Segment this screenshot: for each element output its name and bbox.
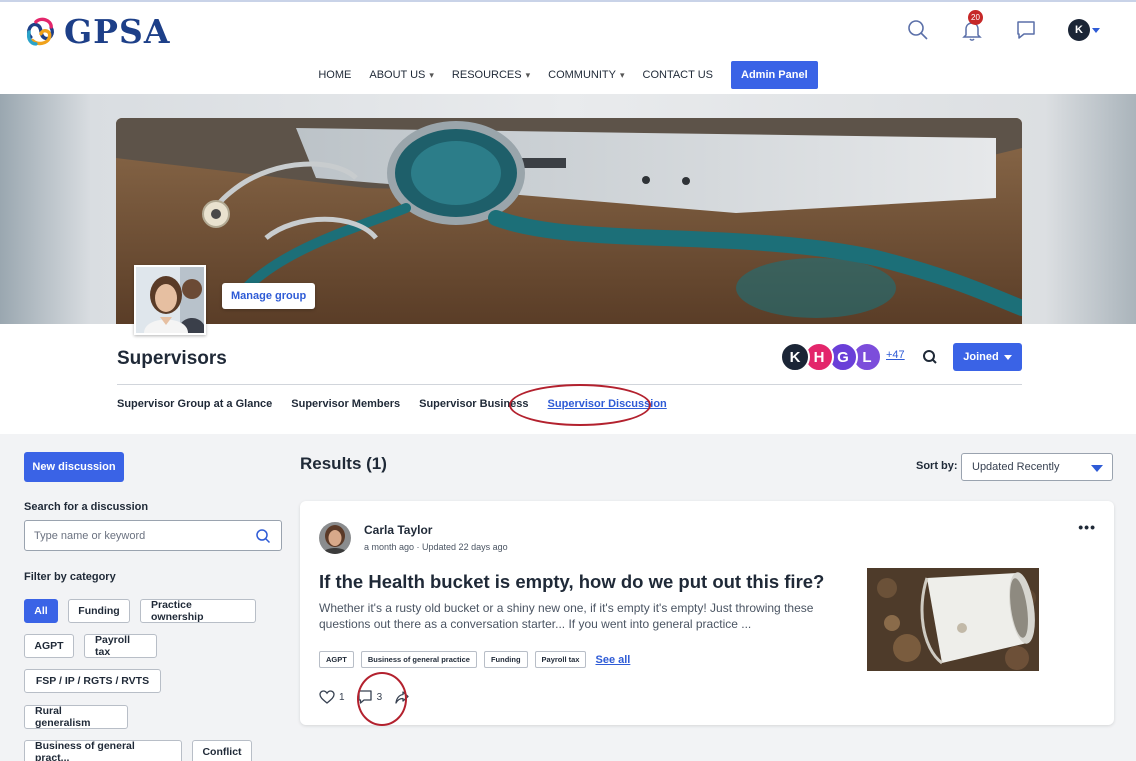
- user-menu[interactable]: K: [1068, 19, 1100, 41]
- search-icon[interactable]: [906, 18, 930, 42]
- gpsa-logo-icon: [26, 17, 54, 46]
- nav-label: COMMUNITY: [548, 69, 616, 81]
- group-title: Supervisors: [117, 348, 227, 369]
- joined-label: Joined: [963, 351, 999, 363]
- main-nav: HOME ABOUT US ▾ RESOURCES ▾ COMMUNITY ▾ CON…: [0, 58, 1136, 92]
- post-thumbnail[interactable]: [867, 568, 1039, 671]
- highlight-ellipse-annotation: [357, 672, 407, 726]
- tag-funding[interactable]: Funding: [483, 651, 528, 668]
- category-chip-agpt[interactable]: AGPT: [24, 634, 74, 658]
- more-options-icon[interactable]: •••: [1078, 519, 1096, 535]
- filter-label: Filter by category: [24, 571, 116, 583]
- dropdown-caret-icon: ▾: [619, 69, 625, 80]
- post-tags: AGPT Business of general practice Fundin…: [319, 651, 630, 668]
- author-avatar[interactable]: [319, 522, 351, 554]
- notification-count-badge: 20: [968, 10, 983, 25]
- category-chip-practice-ownership[interactable]: Practice ownership: [140, 599, 256, 623]
- chat-icon[interactable]: [1014, 18, 1038, 42]
- group-avatar: [134, 265, 206, 335]
- post-title[interactable]: If the Health bucket is empty, how do we…: [319, 571, 839, 593]
- notifications-button[interactable]: 20: [960, 10, 984, 42]
- sort-label: Sort by:: [916, 460, 958, 472]
- post-excerpt: Whether it's a rusty old bucket or a shi…: [319, 601, 814, 631]
- highlight-ellipse-annotation: [509, 384, 651, 426]
- tag-payroll-tax[interactable]: Payroll tax: [534, 651, 587, 668]
- discussion-search-input[interactable]: [25, 521, 245, 550]
- user-avatar: K: [1068, 19, 1090, 41]
- discussion-card[interactable]: Carla Taylor a month ago · Updated 22 da…: [300, 501, 1114, 725]
- chevron-down-icon: [1092, 27, 1100, 33]
- tab-members[interactable]: Supervisor Members: [291, 398, 400, 410]
- tab-group-at-a-glance[interactable]: Supervisor Group at a Glance: [117, 398, 272, 410]
- category-chip-payroll-tax[interactable]: Payroll tax: [84, 634, 157, 658]
- nav-about-us[interactable]: ABOUT US ▾: [369, 69, 434, 81]
- tag-business-of-general-practice[interactable]: Business of general practice: [360, 651, 477, 668]
- joined-button[interactable]: Joined: [953, 343, 1022, 371]
- member-avatar: K: [780, 342, 810, 372]
- group-search-icon[interactable]: [918, 345, 942, 369]
- tag-agpt[interactable]: AGPT: [319, 651, 354, 668]
- more-members-link[interactable]: +47: [886, 349, 905, 361]
- sort-value: Updated Recently: [972, 461, 1060, 473]
- search-label: Search for a discussion: [24, 501, 149, 513]
- chevron-down-icon: [1003, 354, 1012, 360]
- see-all-tags-link[interactable]: See all: [595, 654, 630, 666]
- category-chip-rural-generalism[interactable]: Rural generalism: [24, 705, 128, 729]
- category-chip-conflict[interactable]: Conflict: [192, 740, 252, 761]
- sort-select[interactable]: Updated Recently: [961, 453, 1113, 481]
- nav-label: HOME: [318, 69, 352, 81]
- category-chip-funding[interactable]: Funding: [68, 599, 130, 623]
- admin-panel-button[interactable]: Admin Panel: [731, 61, 818, 89]
- nav-label: CONTACT US: [642, 69, 714, 81]
- search-icon[interactable]: [255, 528, 271, 544]
- category-chip-business-of-general-practice[interactable]: Business of general pract...: [24, 740, 182, 761]
- results-heading: Results (1): [300, 454, 387, 473]
- like-count: 1: [339, 691, 345, 703]
- nav-contact-us[interactable]: CONTACT US: [643, 69, 714, 81]
- author-name[interactable]: Carla Taylor: [364, 523, 432, 537]
- discussion-search: [24, 520, 282, 551]
- dropdown-caret-icon: ▾: [525, 69, 531, 80]
- category-chip-fsp-ip-rgts-rvts[interactable]: FSP / IP / RGTS / RVTS: [24, 669, 161, 693]
- nav-resources[interactable]: RESOURCES ▾: [452, 69, 530, 81]
- nav-home[interactable]: HOME: [318, 69, 351, 81]
- like-button[interactable]: 1: [319, 689, 345, 705]
- nav-community[interactable]: COMMUNITY ▾: [548, 69, 624, 81]
- member-avatars[interactable]: K H G L: [780, 342, 882, 372]
- new-discussion-button[interactable]: New discussion: [24, 452, 124, 482]
- category-chip-all[interactable]: All: [24, 599, 58, 623]
- manage-group-button[interactable]: Manage group: [222, 283, 316, 309]
- site-logo[interactable]: GPSA: [24, 12, 170, 51]
- top-header: GPSA 20 K: [0, 0, 1136, 58]
- nav-label: ABOUT US: [369, 69, 426, 81]
- dropdown-caret-icon: ▾: [429, 69, 434, 80]
- brand-name: GPSA: [64, 12, 171, 51]
- heart-icon: [319, 690, 335, 704]
- post-timestamp: a month ago · Updated 22 days ago: [364, 542, 508, 552]
- chevron-down-icon: [1091, 465, 1103, 472]
- nav-label: RESOURCES: [451, 69, 522, 81]
